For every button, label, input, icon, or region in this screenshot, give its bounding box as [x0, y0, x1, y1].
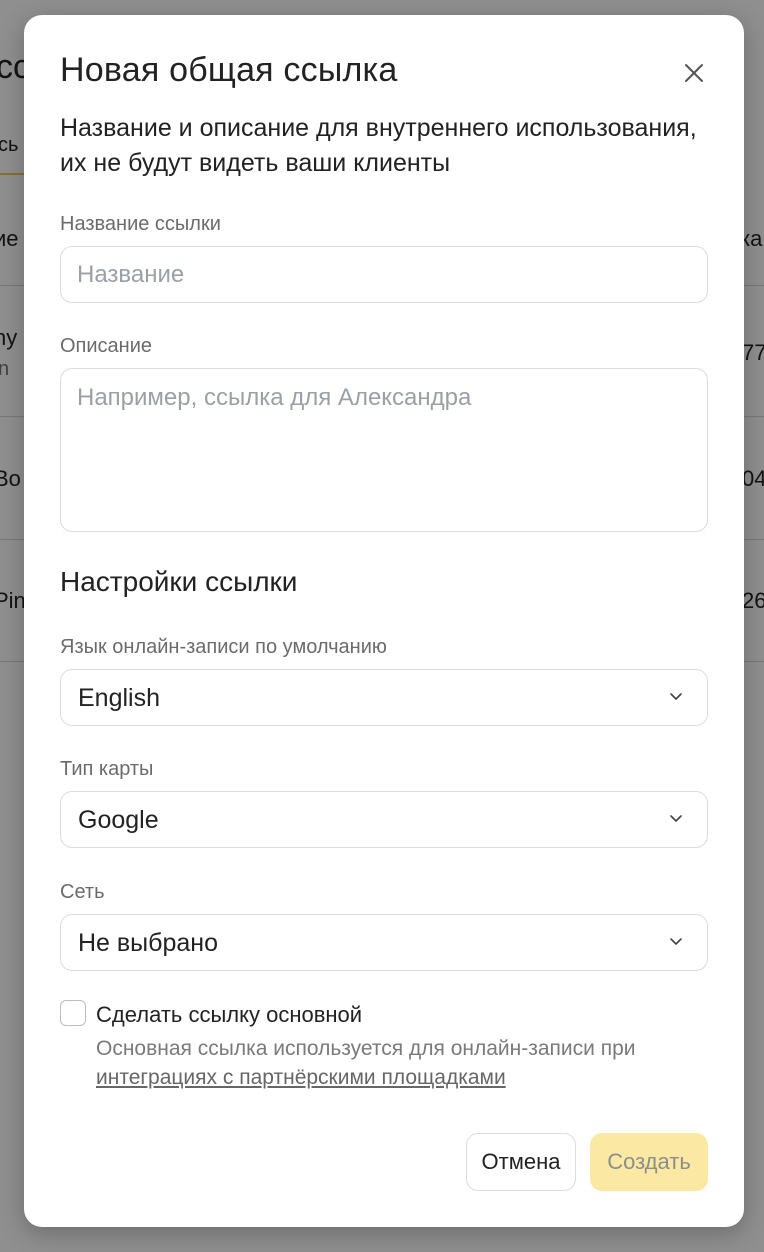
link-settings-heading: Настройки ссылки: [60, 566, 298, 597]
network-label: Сеть: [60, 881, 105, 903]
network-select[interactable]: Не выбрано: [60, 914, 708, 971]
map-type-select[interactable]: Google: [60, 791, 708, 848]
chevron-down-icon: [670, 938, 682, 945]
dialog-title: Новая общая ссылка: [60, 51, 398, 89]
link-name-label: Название ссылки: [60, 213, 221, 235]
language-select[interactable]: English: [60, 669, 708, 726]
dialog-subtitle: Название и описание для внутреннего испо…: [60, 114, 697, 177]
partner-integrations-link[interactable]: интеграциях с партнёрскими площадками: [96, 1066, 506, 1089]
map-type-select-value: Google: [78, 806, 159, 834]
primary-link-hint-text: Основная ссылка используется для онлайн-…: [96, 1037, 636, 1060]
primary-link-hint: Основная ссылка используется для онлайн-…: [96, 1034, 706, 1092]
make-primary-checkbox[interactable]: [60, 1000, 86, 1026]
language-label: Язык онлайн-записи по умолчанию: [60, 636, 387, 658]
chevron-down-icon: [670, 693, 682, 700]
chevron-down-icon: [670, 815, 682, 822]
language-select-value: English: [78, 684, 160, 712]
map-type-label: Тип карты: [60, 758, 154, 780]
cancel-button[interactable]: Отмена: [466, 1133, 576, 1191]
description-textarea[interactable]: [60, 368, 708, 532]
close-icon[interactable]: [680, 59, 708, 87]
description-label: Описание: [60, 335, 153, 357]
create-button[interactable]: Создать: [590, 1133, 708, 1191]
new-shared-link-dialog: Новая общая ссылка Название и описание д…: [24, 15, 744, 1227]
network-select-value: Не выбрано: [78, 929, 218, 957]
link-name-input[interactable]: [60, 246, 708, 303]
make-primary-label[interactable]: Сделать ссылку основной: [96, 1002, 362, 1028]
